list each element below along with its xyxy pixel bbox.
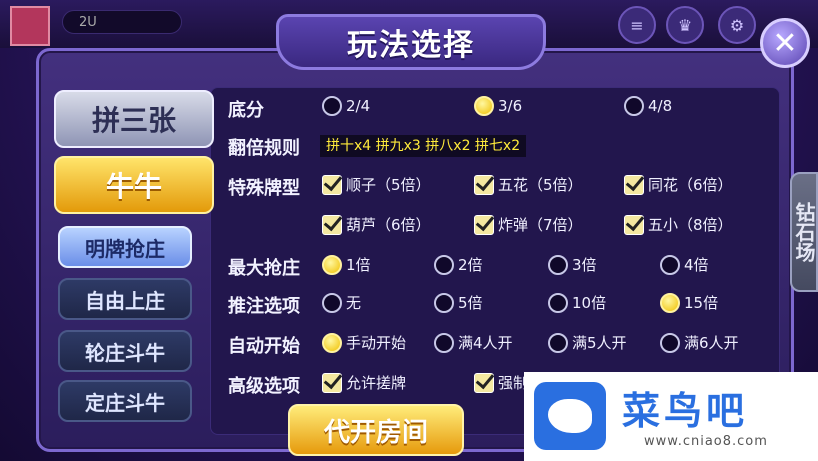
special-hand-option[interactable]: 葫芦（6倍） (322, 214, 431, 235)
gear-icon[interactable]: ⚙ (718, 6, 756, 44)
checkbox-icon (624, 174, 644, 195)
advanced-option[interactable]: 允许搓牌 (322, 372, 406, 393)
radio-selected-icon (660, 292, 680, 313)
base-score-option[interactable]: 3/6 (474, 96, 522, 116)
special-hand-option[interactable]: 五花（5倍） (474, 174, 583, 195)
menu-icon[interactable]: ≡ (618, 6, 656, 44)
special-hand-option[interactable]: 炸弹（7倍） (474, 214, 583, 235)
radio-selected-icon (322, 332, 342, 353)
trophy-icon[interactable]: ♛ (666, 6, 704, 44)
auto-start-option[interactable]: 手动开始 (322, 332, 406, 353)
auto-start-option[interactable]: 满5人开 (548, 332, 627, 353)
mode-dingzhuang[interactable]: 定庄斗牛 (58, 380, 192, 422)
radio-icon (548, 292, 568, 313)
push-bet-option[interactable]: 15倍 (660, 292, 718, 313)
base-score-label: 底分 (228, 100, 264, 121)
radio-icon (548, 254, 568, 275)
max-bid-option[interactable]: 1倍 (322, 254, 371, 275)
max-bid-label: 最大抢庄 (228, 258, 300, 279)
radio-selected-icon (474, 96, 494, 116)
radio-selected-icon (322, 254, 342, 275)
coin-balance: 2U (62, 10, 182, 34)
radio-icon (322, 96, 342, 116)
avatar[interactable] (10, 6, 50, 46)
checkbox-icon (322, 174, 342, 195)
advanced-option[interactable]: 强制 (474, 372, 528, 393)
diamond-field-button[interactable]: 钻石场 (790, 172, 818, 292)
special-hand-option[interactable]: 五小（8倍） (624, 214, 733, 235)
watermark-name: 菜鸟吧 (622, 388, 749, 433)
open-room-button[interactable]: 代开房间 (288, 404, 464, 456)
base-score-option[interactable]: 4/8 (624, 96, 672, 116)
checkbox-icon (322, 372, 342, 393)
watermark: 菜鸟吧 www.cniao8.com (524, 372, 818, 461)
mode-lunzhuang[interactable]: 轮庄斗牛 (58, 330, 192, 372)
special-hands-label: 特殊牌型 (228, 178, 300, 199)
max-bid-option[interactable]: 3倍 (548, 254, 597, 275)
close-button[interactable]: ✕ (760, 18, 810, 68)
auto-start-label: 自动开始 (228, 336, 300, 357)
push-bet-label: 推注选项 (228, 296, 300, 317)
auto-start-option[interactable]: 满6人开 (660, 332, 739, 353)
radio-icon (434, 332, 454, 353)
push-bet-option[interactable]: 无 (322, 292, 361, 313)
base-score-option[interactable]: 2/4 (322, 96, 370, 116)
radio-icon (434, 292, 454, 313)
double-rule-text: 拼十x4 拼九x3 拼八x2 拼七x2 (320, 135, 527, 157)
radio-icon (322, 292, 342, 313)
mode-ziyou[interactable]: 自由上庄 (58, 278, 192, 320)
max-bid-option[interactable]: 2倍 (434, 254, 483, 275)
checkbox-icon (474, 174, 494, 195)
auto-start-option[interactable]: 满4人开 (434, 332, 513, 353)
bird-logo-icon (534, 382, 606, 450)
push-bet-option[interactable]: 5倍 (434, 292, 483, 313)
advanced-label: 高级选项 (228, 376, 300, 397)
tab-sanzhang[interactable]: 拼三张 (54, 90, 214, 148)
max-bid-option[interactable]: 4倍 (660, 254, 709, 275)
special-hand-option[interactable]: 同花（6倍） (624, 174, 733, 195)
watermark-url: www.cniao8.com (644, 434, 768, 449)
radio-icon (624, 96, 644, 116)
checkbox-icon (474, 214, 494, 235)
radio-icon (660, 332, 680, 353)
checkbox-icon (624, 214, 644, 235)
dialog-title: 玩法选择 (276, 14, 546, 70)
checkbox-icon (322, 214, 342, 235)
radio-icon (434, 254, 454, 275)
radio-icon (548, 332, 568, 353)
special-hand-option[interactable]: 顺子（5倍） (322, 174, 431, 195)
close-icon: ✕ (772, 25, 798, 61)
mode-mingpai[interactable]: 明牌抢庄 (58, 226, 192, 268)
checkbox-icon (474, 372, 494, 393)
radio-icon (660, 254, 680, 275)
double-rule-label: 翻倍规则 (228, 138, 300, 159)
tab-niuniu[interactable]: 牛牛 (54, 156, 214, 214)
push-bet-option[interactable]: 10倍 (548, 292, 606, 313)
